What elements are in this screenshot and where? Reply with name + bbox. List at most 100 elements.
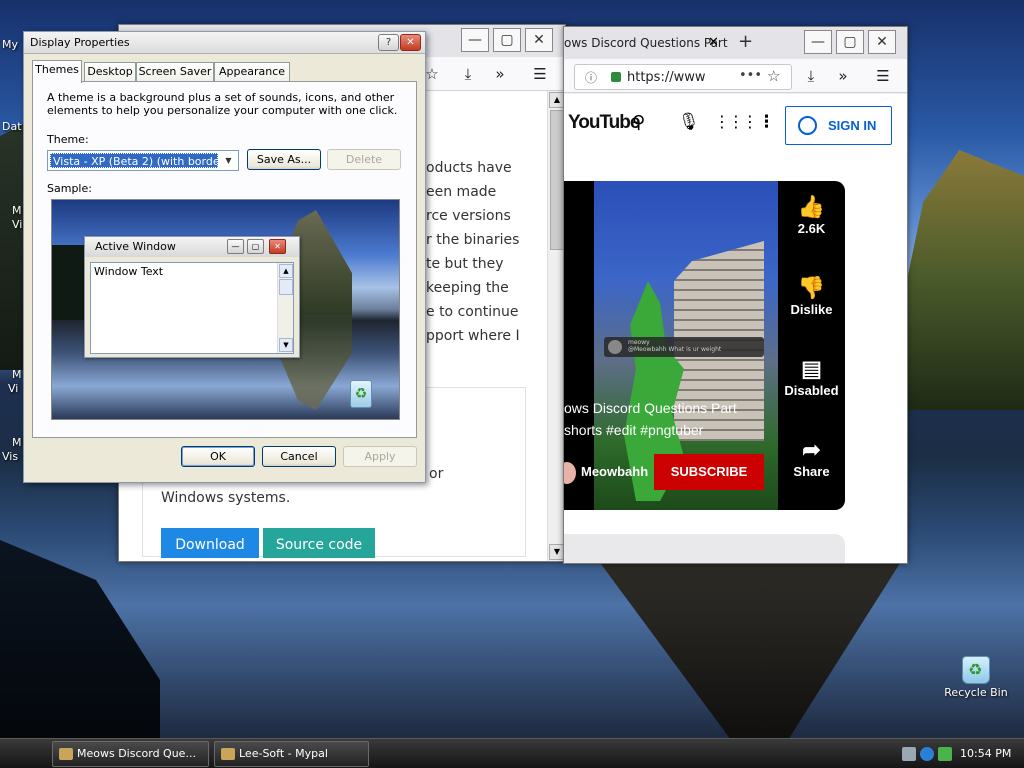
tab-themes[interactable]: Themes bbox=[32, 60, 82, 83]
help-button[interactable]: ? bbox=[378, 34, 399, 51]
sign-in-label: SIGN IN bbox=[828, 118, 877, 133]
desktop-icon-label-partial[interactable]: M bbox=[12, 368, 22, 381]
minimize-button[interactable]: — bbox=[804, 30, 832, 54]
channel-avatar[interactable] bbox=[564, 462, 576, 484]
window-titlebar[interactable]: ows Discord Questions Part ✕ + — ▢ ✕ bbox=[564, 27, 907, 59]
taskbar-button-leesoft[interactable]: Lee-Soft - Mypal bbox=[214, 741, 369, 767]
desktop-icon-label-partial[interactable]: M bbox=[12, 436, 22, 449]
more-options-icon[interactable]: ⋮ bbox=[758, 112, 775, 132]
close-icon: ✕ bbox=[269, 239, 286, 254]
download-icon[interactable]: ⤓ bbox=[457, 63, 479, 85]
dialog-titlebar[interactable]: Display Properties ? ✕ bbox=[24, 32, 425, 54]
close-tab-icon[interactable]: ✕ bbox=[708, 35, 719, 50]
dialog-title: Display Properties bbox=[30, 36, 130, 49]
display-properties-dialog: Display Properties ? ✕ Themes Desktop Sc… bbox=[23, 31, 426, 483]
apps-grid-icon[interactable]: ⋮⋮⋮ bbox=[714, 112, 758, 131]
desktop-icon-recycle-bin[interactable]: Recycle Bin bbox=[940, 656, 1012, 699]
chevron-down-icon[interactable]: ▼ bbox=[220, 152, 237, 169]
tab-title[interactable]: ows Discord Questions Part bbox=[564, 36, 728, 50]
globe-icon[interactable] bbox=[920, 747, 934, 761]
thumbs-down-icon: 👎 bbox=[797, 275, 826, 300]
maximize-icon: ▢ bbox=[247, 239, 264, 254]
delete-button[interactable]: Delete bbox=[327, 149, 401, 170]
wallpaper-shore-left bbox=[0, 540, 160, 738]
share-button[interactable]: ➦ Share bbox=[778, 436, 845, 479]
theme-selected-value: Vista - XP (Beta 2) (with borders) bbox=[50, 153, 218, 168]
desktop-icon-label-partial[interactable]: Vi bbox=[8, 382, 18, 395]
comment-icon: ▤ bbox=[801, 356, 822, 381]
card-text-line: Windows systems. bbox=[161, 490, 291, 506]
article-line: r the binaries bbox=[426, 232, 520, 248]
maximize-button[interactable]: ▢ bbox=[493, 28, 521, 52]
theme-select[interactable]: Vista - XP (Beta 2) (with borders) ▼ bbox=[47, 150, 239, 171]
sign-in-button[interactable]: SIGN IN bbox=[785, 106, 892, 145]
network-icon[interactable] bbox=[902, 747, 916, 761]
desktop-icon-label-partial[interactable]: M bbox=[12, 204, 22, 217]
clock[interactable]: 10:54 PM bbox=[960, 747, 1011, 760]
source-code-button[interactable]: Source code bbox=[263, 528, 375, 558]
theme-description: A theme is a background plus a set of so… bbox=[47, 91, 398, 117]
search-icon[interactable]: ⚲ bbox=[632, 112, 645, 133]
tab-desktop[interactable]: Desktop bbox=[84, 62, 136, 82]
preview-forest bbox=[52, 245, 88, 320]
desktop-icon-label-partial[interactable]: My bbox=[2, 38, 18, 51]
comments-button[interactable]: ▤ Disabled bbox=[778, 355, 845, 398]
article-line: een made bbox=[426, 184, 497, 200]
channel-name[interactable]: Meowbahh bbox=[581, 464, 648, 479]
taskbar-button-youtube[interactable]: Meows Discord Que... bbox=[52, 741, 209, 767]
close-button[interactable]: ✕ bbox=[400, 34, 421, 51]
short-title[interactable]: ows Discord Questions Part shorts #edit … bbox=[564, 397, 778, 441]
maximize-button[interactable]: ▢ bbox=[836, 30, 864, 54]
like-button[interactable]: 👍 2.6K bbox=[778, 193, 845, 236]
cancel-button[interactable]: Cancel bbox=[262, 446, 336, 467]
tab-screen-saver[interactable]: Screen Saver bbox=[136, 62, 214, 82]
next-short-preview[interactable] bbox=[564, 534, 845, 563]
address-bar[interactable]: ⓘ https://www ••• ☆ bbox=[574, 64, 792, 90]
apply-button[interactable]: Apply bbox=[343, 446, 417, 467]
new-tab-icon[interactable]: + bbox=[738, 31, 753, 52]
desktop-icon-label-partial[interactable]: Vis bbox=[2, 450, 18, 463]
article-line: pport where I bbox=[426, 328, 520, 344]
close-button[interactable]: ✕ bbox=[525, 28, 553, 52]
preview-window-title: Active Window bbox=[85, 237, 299, 257]
share-label: Share bbox=[793, 464, 830, 479]
microphone-icon[interactable]: 🎙 bbox=[678, 112, 700, 132]
desktop-icon-label-partial[interactable]: Vi bbox=[12, 218, 22, 231]
menu-icon[interactable]: ☰ bbox=[872, 65, 894, 87]
url-text[interactable]: https://www bbox=[627, 70, 706, 85]
ok-button[interactable]: OK bbox=[181, 446, 255, 467]
page-actions-icon[interactable]: ••• bbox=[739, 68, 762, 83]
preview-window-text: Window Text bbox=[94, 265, 164, 278]
overflow-icon[interactable]: » bbox=[489, 63, 511, 85]
close-button[interactable]: ✕ bbox=[868, 30, 896, 54]
sample-label: Sample: bbox=[47, 182, 92, 195]
recycle-bin-icon bbox=[962, 656, 990, 684]
menu-icon[interactable]: ☰ bbox=[529, 63, 551, 85]
firefox-icon bbox=[59, 748, 73, 760]
preview-active-window: Active Window — ▢ ✕ Window Text ▲ ▼ bbox=[84, 236, 300, 358]
comments-label: Disabled bbox=[784, 383, 839, 398]
desktop-icon-label-partial[interactable]: Dat bbox=[2, 120, 22, 133]
shorts-player[interactable]: meowy @Meowbahh What is ur weight ows Di… bbox=[564, 181, 845, 510]
tab-appearance[interactable]: Appearance bbox=[214, 62, 290, 82]
subscribe-button[interactable]: SUBSCRIBE bbox=[654, 454, 764, 490]
dislike-label: Dislike bbox=[790, 302, 833, 317]
bookmark-star-icon[interactable]: ☆ bbox=[767, 67, 780, 85]
save-as-button[interactable]: Save As... bbox=[247, 149, 321, 170]
video-chat-bubble: meowy @Meowbahh What is ur weight bbox=[604, 337, 764, 357]
youtube-logo[interactable]: YouTube bbox=[568, 112, 640, 134]
minimize-button[interactable]: — bbox=[461, 28, 489, 52]
preview-window-body: Window Text ▲ ▼ bbox=[90, 262, 294, 354]
download-icon[interactable]: ⤓ bbox=[800, 65, 822, 87]
update-icon[interactable] bbox=[938, 747, 952, 761]
scroll-thumb[interactable] bbox=[550, 110, 564, 250]
info-icon[interactable]: ⓘ bbox=[585, 69, 597, 86]
overflow-icon[interactable]: » bbox=[832, 65, 854, 87]
account-icon bbox=[798, 116, 817, 135]
lock-icon[interactable] bbox=[611, 72, 621, 82]
download-button[interactable]: Download bbox=[161, 528, 259, 558]
dislike-button[interactable]: 👎 Dislike bbox=[778, 274, 845, 317]
theme-label: Theme: bbox=[47, 133, 89, 146]
youtube-page: YouTube ⚲ 🎙 ⋮⋮⋮ ⋮ SIGN IN meowy @Meowbah… bbox=[564, 94, 907, 563]
article-text: oducts have een made rce versions r the … bbox=[426, 156, 520, 348]
